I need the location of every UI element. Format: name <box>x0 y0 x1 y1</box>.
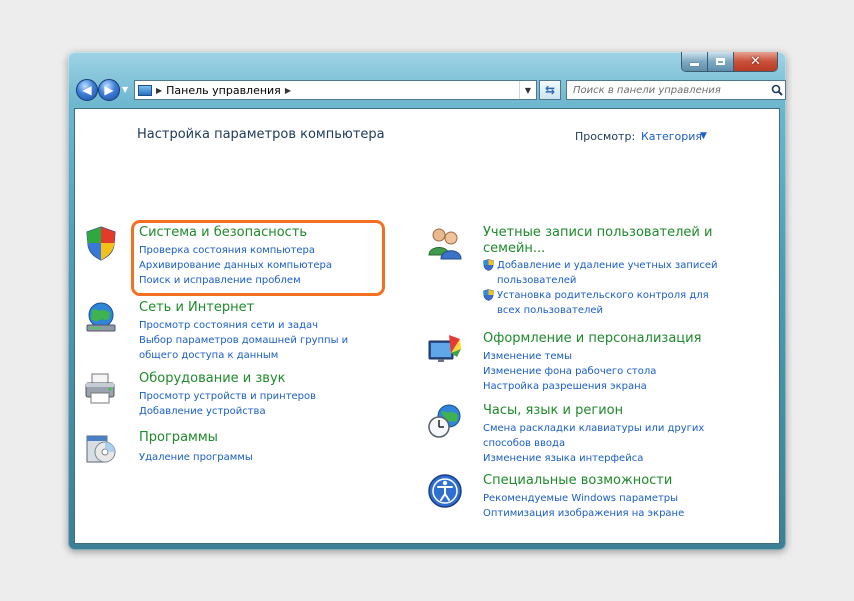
link-devices-printers[interactable]: Просмотр устройств и принтеров <box>139 389 316 404</box>
category-links: Добавление и удаление учетных записей по… <box>483 258 718 318</box>
uac-shield-icon <box>483 289 494 301</box>
close-icon: ✕ <box>750 54 761 69</box>
users-icon <box>428 228 462 260</box>
address-dropdown-button[interactable]: ▼ <box>519 81 536 99</box>
highlight-frame <box>131 220 385 296</box>
breadcrumb-separator-icon[interactable]: ▶ <box>285 86 291 95</box>
minimize-button[interactable] <box>682 52 708 71</box>
link-homegroup-options[interactable]: Выбор параметров домашней группы и <box>139 333 348 348</box>
category-title[interactable]: Специальные возможности <box>483 473 672 489</box>
link-text: Добавление и удаление учетных записей по… <box>497 258 718 288</box>
personalization-icon <box>428 335 461 362</box>
category-title[interactable]: Оформление и персонализация <box>483 331 701 347</box>
control-panel-icon <box>138 84 152 96</box>
printer-icon <box>85 373 115 404</box>
category-links: Просмотр состояния сети и задач Выбор па… <box>139 318 348 363</box>
refresh-icon: ⇆ <box>544 83 556 97</box>
clock-globe-icon <box>428 404 461 438</box>
category-title[interactable]: Сеть и Интернет <box>139 300 254 316</box>
link-view-network-status[interactable]: Просмотр состояния сети и задач <box>139 318 348 333</box>
forward-button[interactable]: ▶ <box>98 79 120 101</box>
programs-icon <box>86 435 116 463</box>
recent-pages-dropdown[interactable]: ▼ <box>122 85 128 94</box>
close-button[interactable]: ✕ <box>734 52 777 71</box>
search-box <box>566 80 786 100</box>
search-input[interactable] <box>567 82 769 98</box>
arrow-left-icon: ◀ <box>82 83 92 97</box>
shield-icon <box>86 226 116 261</box>
link-change-theme[interactable]: Изменение темы <box>483 349 656 364</box>
globe-network-icon <box>86 302 116 332</box>
arrow-right-icon: ▶ <box>104 83 114 97</box>
category-links: Просмотр устройств и принтеров Добавлени… <box>139 389 316 419</box>
search-icon[interactable] <box>769 84 785 96</box>
link-optimize-visual-display[interactable]: Оптимизация изображения на экране <box>483 506 684 521</box>
navigation-bar: ◀ ▶ ▼ ▶ Панель управления ▶ ▼ ⇆ <box>74 78 786 104</box>
chevron-down-icon[interactable]: ▼ <box>700 131 707 141</box>
link-change-keyboard-layout[interactable]: Смена раскладки клавиатуры или других <box>483 421 704 436</box>
address-bar[interactable]: ▶ Панель управления ▶ ▼ <box>134 80 537 100</box>
category-title[interactable]: Учетные записи пользователей и семейн... <box>483 225 712 257</box>
link-change-desktop-background[interactable]: Изменение фона рабочего стола <box>483 364 656 379</box>
link-change-display-language[interactable]: Изменение языка интерфейса <box>483 451 704 466</box>
accessibility-icon <box>428 474 462 508</box>
breadcrumb-separator-icon[interactable]: ▶ <box>156 86 162 95</box>
link-homegroup-options-cont[interactable]: общего доступа к данным <box>139 348 348 363</box>
link-change-keyboard-layout-cont[interactable]: способов ввода <box>483 436 704 451</box>
window-caption-buttons: ✕ <box>681 52 778 72</box>
uac-shield-icon <box>483 259 494 271</box>
link-add-device[interactable]: Добавление устройства <box>139 404 316 419</box>
category-title[interactable]: Программы <box>139 430 218 446</box>
category-title[interactable]: Оборудование и звук <box>139 371 286 387</box>
maximize-button[interactable] <box>708 52 734 71</box>
control-panel-window: ✕ ◀ ▶ ▼ ▶ Панель управления ▶ ▼ ⇆ Настро… <box>68 52 786 550</box>
chevron-down-icon: ▼ <box>524 85 532 95</box>
back-button[interactable]: ◀ <box>76 79 98 101</box>
maximize-icon <box>716 58 725 65</box>
category-links: Смена раскладки клавиатуры или других сп… <box>483 421 704 466</box>
control-panel-content: Настройка параметров компьютера Просмотр… <box>74 108 780 544</box>
category-links: Удаление программы <box>139 450 253 465</box>
link-line: Установка родительского контроля для <box>497 290 709 301</box>
category-links: Изменение темы Изменение фона рабочего с… <box>483 349 656 394</box>
category-links: Рекомендуемые Windows параметры Оптимиза… <box>483 491 684 521</box>
link-add-remove-accounts[interactable]: Добавление и удаление учетных записей по… <box>483 258 718 288</box>
link-line: всех пользователей <box>497 305 604 316</box>
minimize-icon <box>690 63 699 66</box>
refresh-button[interactable]: ⇆ <box>539 80 561 100</box>
breadcrumb-control-panel[interactable]: Панель управления <box>166 84 281 97</box>
view-by-dropdown[interactable]: Категория <box>641 130 702 143</box>
link-line: пользователей <box>497 275 577 286</box>
link-adjust-screen-resolution[interactable]: Настройка разрешения экрана <box>483 379 656 394</box>
link-line: Добавление и удаление учетных записей <box>497 260 718 271</box>
link-parental-controls[interactable]: Установка родительского контроля для все… <box>483 288 718 318</box>
view-by-label: Просмотр: <box>575 130 636 143</box>
page-title: Настройка параметров компьютера <box>137 127 385 142</box>
link-recommended-settings[interactable]: Рекомендуемые Windows параметры <box>483 491 684 506</box>
category-title[interactable]: Часы, язык и регион <box>483 403 623 419</box>
link-uninstall-program[interactable]: Удаление программы <box>139 450 253 465</box>
category-title-line: семейн... <box>483 241 546 256</box>
category-title-line: Учетные записи пользователей и <box>483 225 713 240</box>
link-text: Установка родительского контроля для все… <box>497 288 709 318</box>
